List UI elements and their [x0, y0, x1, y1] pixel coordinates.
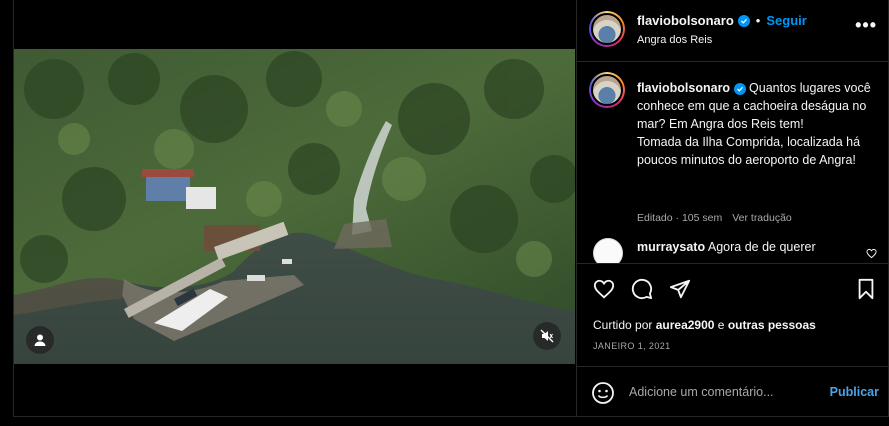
commenter-username[interactable]: murraysato — [637, 240, 705, 254]
tagged-users-button[interactable] — [26, 326, 54, 354]
like-button[interactable] — [591, 276, 617, 302]
comment-text: Agora de de querer — [707, 240, 816, 254]
likes-others-link[interactable]: outras pessoas — [728, 318, 816, 332]
verified-icon — [737, 14, 750, 27]
separator-dot: • — [755, 13, 761, 28]
see-translation-link[interactable]: Ver tradução — [732, 212, 792, 224]
heart-icon — [593, 279, 615, 299]
comment-icon — [631, 278, 653, 300]
edited-timestamp: Editado · 105 sem — [637, 212, 723, 224]
caption-username[interactable]: flaviobolsonaro — [637, 81, 730, 95]
share-button[interactable] — [667, 276, 693, 302]
caption-text-block: flaviobolsonaro Quantos lugares você con… — [637, 79, 877, 169]
comment-input[interactable] — [629, 382, 819, 402]
more-icon: ••• — [855, 15, 877, 35]
more-options-button[interactable]: ••• — [855, 16, 877, 34]
share-icon — [669, 279, 691, 299]
action-bar — [577, 276, 889, 304]
comment-like-button[interactable] — [866, 246, 877, 263]
commenter-avatar[interactable] — [593, 238, 623, 263]
post-date[interactable]: JANEIRO 1, 2021 — [593, 341, 671, 351]
heart-icon — [866, 248, 877, 259]
comment-text-line: murraysato Agora de de querer — [637, 240, 816, 254]
likes-prefix: Curtido por — [593, 318, 653, 332]
comment-button[interactable] — [629, 276, 655, 302]
emoji-button[interactable] — [591, 381, 615, 405]
post-video[interactable] — [14, 49, 575, 364]
follow-button[interactable]: Seguir — [766, 13, 806, 28]
likes-user-link[interactable]: aurea2900 — [656, 318, 715, 332]
emoji-icon — [592, 382, 614, 404]
muted-icon — [540, 329, 554, 343]
user-tag-icon — [34, 334, 46, 346]
header-user-line: flaviobolsonaro • Seguir — [637, 13, 807, 28]
video-frame-aerial-waterfall — [14, 49, 575, 364]
add-comment-bar: Publicar — [577, 366, 889, 417]
location-link[interactable]: Angra dos Reis — [637, 34, 712, 46]
likes-connector: e — [717, 318, 725, 332]
instagram-post: flaviobolsonaro • Seguir Angra dos Reis … — [13, 0, 889, 417]
post-header: flaviobolsonaro • Seguir Angra dos Reis … — [577, 0, 889, 62]
bookmark-icon — [858, 278, 874, 300]
comments-panel[interactable]: flaviobolsonaro Quantos lugares você con… — [577, 62, 889, 264]
likes-summary: Curtido por aurea2900 e outras pessoas — [593, 318, 816, 332]
save-button[interactable] — [853, 276, 879, 302]
author-username[interactable]: flaviobolsonaro — [637, 13, 734, 28]
verified-icon — [733, 83, 746, 95]
author-avatar[interactable] — [589, 11, 625, 47]
publish-button[interactable]: Publicar — [830, 385, 879, 399]
caption-meta: Editado · 105 sem Ver tradução — [637, 212, 792, 224]
post-sidebar: flaviobolsonaro • Seguir Angra dos Reis … — [576, 0, 889, 417]
mute-toggle-button[interactable] — [533, 322, 561, 350]
caption-author-avatar[interactable] — [589, 72, 625, 108]
